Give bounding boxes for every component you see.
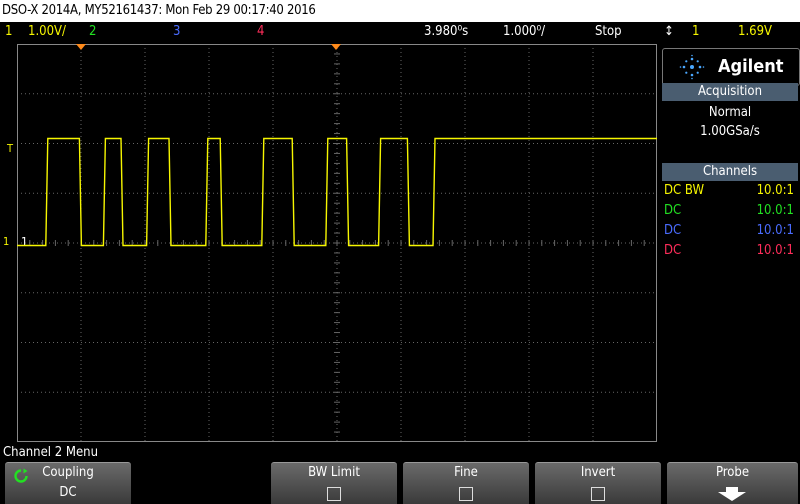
status-bar: 1 1.00V/ 2 3 4 3.980⁰s 1.000⁰/ Stop ↕ 1 … <box>0 22 800 42</box>
bw-limit-label: BW Limit <box>308 465 360 480</box>
waveform-display[interactable] <box>17 44 657 442</box>
ch1-probe: 10.0:1 <box>756 183 794 198</box>
ch1-coupling: DC BW <box>664 183 705 198</box>
ch4-number[interactable]: 4 <box>257 24 264 39</box>
ch2-probe: 10.0:1 <box>756 203 794 218</box>
coupling-label: Coupling <box>42 465 94 480</box>
bw-limit-softkey[interactable]: BW Limit <box>271 462 397 504</box>
bw-limit-checkbox[interactable] <box>327 487 341 501</box>
invert-label: Invert <box>580 465 616 480</box>
ch1-number[interactable]: 1 <box>5 24 12 39</box>
coupling-softkey[interactable]: Coupling DC <box>5 462 131 504</box>
time-reference-marker <box>331 44 341 50</box>
channel-row-1: DC BW 10.0:1 <box>662 183 798 202</box>
invert-softkey[interactable]: Invert <box>535 462 661 504</box>
fine-checkbox[interactable] <box>459 487 473 501</box>
probe-label: Probe <box>715 465 750 480</box>
acquisition-mode: Normal <box>708 105 752 120</box>
trigger-channel[interactable]: 1 <box>692 24 699 39</box>
title-bar: DSO-X 2014A, MY52161437: Mon Feb 29 00:1… <box>0 0 800 22</box>
trigger-level-marker[interactable]: T <box>7 142 13 155</box>
menu-title: Channel 2 Menu <box>3 445 99 460</box>
probe-softkey[interactable]: Probe <box>667 462 798 504</box>
trigger-level[interactable]: 1.69V <box>738 24 772 39</box>
ch4-coupling: DC <box>664 243 682 258</box>
submenu-arrow-icon <box>718 487 746 501</box>
agilent-spark-icon <box>679 54 705 80</box>
coupling-value: DC <box>59 485 77 500</box>
channel-row-4: DC 10.0:1 <box>662 243 798 262</box>
ch2-number[interactable]: 2 <box>89 24 96 39</box>
fine-softkey[interactable]: Fine <box>403 462 529 504</box>
channel-row-2: DC 10.0:1 <box>662 203 798 222</box>
brand-logo: Agilent <box>662 48 800 86</box>
ch3-probe: 10.0:1 <box>756 223 794 238</box>
timebase[interactable]: 1.000⁰/ <box>503 24 545 39</box>
time-offset[interactable]: 3.980⁰s <box>424 24 468 39</box>
ch2-coupling: DC <box>664 203 682 218</box>
channels-header: Channels <box>662 163 798 181</box>
ch4-probe: 10.0:1 <box>756 243 794 258</box>
trigger-position-marker <box>76 44 86 50</box>
channel-row-3: DC 10.0:1 <box>662 223 798 242</box>
fine-label: Fine <box>454 465 478 480</box>
trigger-edge-icon: ↕ <box>664 24 674 39</box>
run-state[interactable]: Stop <box>595 24 622 39</box>
window-title: DSO-X 2014A, MY52161437: Mon Feb 29 00:1… <box>2 3 316 18</box>
ch3-coupling: DC <box>664 223 682 238</box>
invert-checkbox[interactable] <box>591 487 605 501</box>
graticule <box>17 44 657 442</box>
ch1-scale[interactable]: 1.00V/ <box>28 24 66 39</box>
ch1-ground-marker[interactable]: 1 <box>3 235 9 248</box>
ch3-number[interactable]: 3 <box>173 24 180 39</box>
sample-rate: 1.00GSa/s <box>700 124 760 139</box>
acquisition-header: Acquisition <box>662 83 798 101</box>
brand-name: Agilent <box>718 56 784 77</box>
